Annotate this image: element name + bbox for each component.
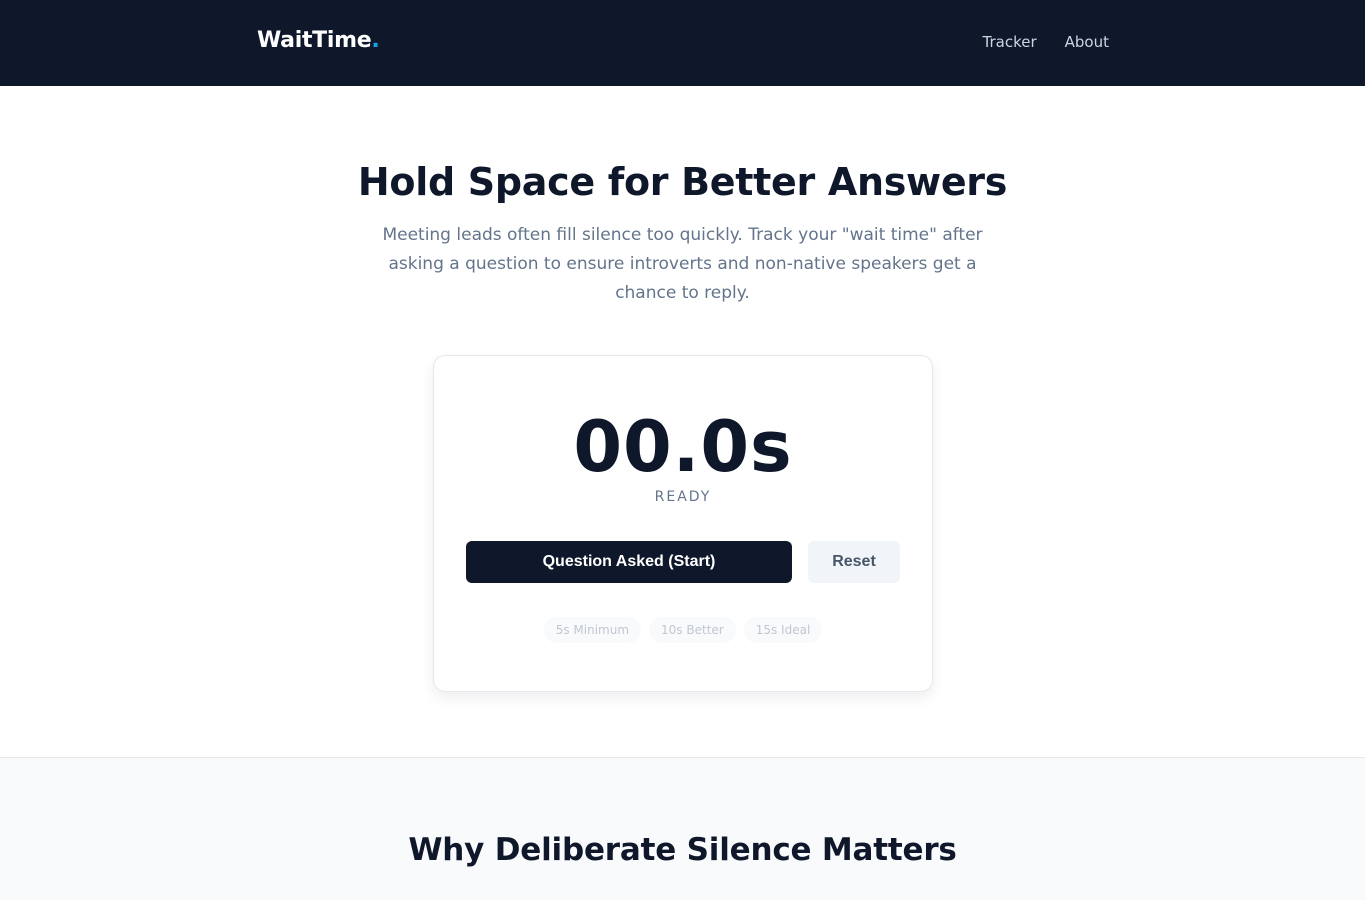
timer-card: 00.0s READY Question Asked (Start) Reset…	[433, 355, 933, 692]
hero-title: Hold Space for Better Answers	[357, 160, 1008, 204]
reset-button[interactable]: Reset	[808, 541, 900, 583]
brand-logo[interactable]: WaitTime.	[257, 28, 380, 53]
milestone-5s: 5s Minimum	[543, 617, 642, 643]
brand-dot: .	[371, 28, 380, 53]
nav-link-tracker[interactable]: Tracker	[983, 33, 1037, 51]
hero-section: Hold Space for Better Answers Meeting le…	[0, 86, 1365, 757]
milestone-15s: 15s Ideal	[743, 617, 823, 643]
timer-status: READY	[654, 489, 712, 505]
timer-display: 00.0s	[573, 406, 793, 488]
top-navbar: WaitTime. Tracker About	[0, 0, 1365, 86]
milestone-list: 5s Minimum 10s Better 15s Ideal	[434, 617, 932, 643]
brand-name: WaitTime	[257, 28, 372, 53]
why-section: Why Deliberate Silence Matters	[0, 757, 1365, 900]
start-button[interactable]: Question Asked (Start)	[466, 541, 792, 583]
hero-subtitle: Meeting leads often fill silence too qui…	[382, 225, 983, 303]
milestone-10s: 10s Better	[649, 617, 736, 643]
why-title: Why Deliberate Silence Matters	[408, 832, 957, 868]
nav-link-about[interactable]: About	[1065, 33, 1109, 51]
nav-links: Tracker About	[983, 33, 1109, 51]
